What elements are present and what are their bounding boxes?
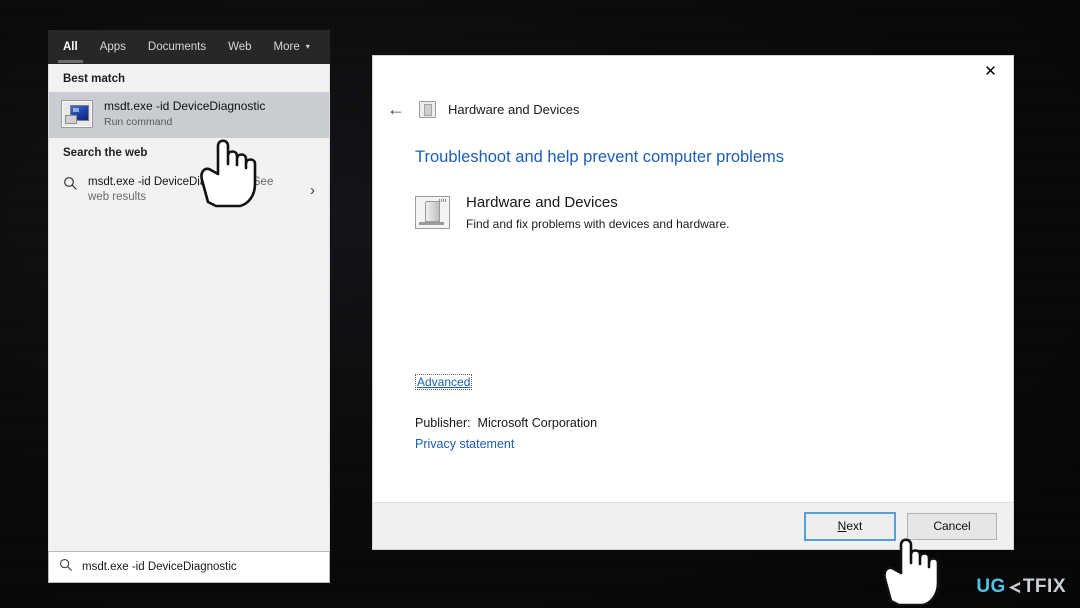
privacy-statement-link[interactable]: Privacy statement — [415, 437, 514, 451]
back-arrow-icon[interactable]: ← — [385, 100, 407, 118]
watermark-part-e — [1007, 580, 1022, 595]
dialog-nav-title: Hardware and Devices — [448, 101, 580, 117]
dialog-navigation-bar: ← Hardware and Devices — [373, 88, 1013, 126]
best-match-result-row[interactable]: msdt.exe -id DeviceDiagnostic Run comman… — [49, 92, 329, 138]
topic-title: Hardware and Devices — [466, 194, 618, 211]
tab-apps[interactable]: Apps — [89, 30, 137, 64]
tab-web[interactable]: Web — [217, 30, 262, 64]
hardware-and-devices-troubleshooter-dialog: ✕ ← Hardware and Devices Troubleshoot an… — [372, 55, 1014, 550]
ugetfix-watermark: UG TFIX — [976, 576, 1066, 598]
tab-web-label: Web — [228, 41, 252, 53]
advanced-link[interactable]: Advanced — [415, 374, 473, 390]
tab-more-label: More — [273, 41, 300, 53]
chevron-down-icon: ▾ — [305, 42, 310, 51]
close-icon[interactable]: ✕ — [968, 56, 1013, 86]
publisher-value: Microsoft Corporation — [477, 416, 598, 430]
publisher-info: Publisher: Microsoft Corporation — [415, 416, 597, 430]
tab-all[interactable]: All — [52, 30, 89, 64]
tab-all-label: All — [63, 41, 78, 53]
tab-documents[interactable]: Documents — [137, 30, 217, 64]
chevron-right-icon: › — [310, 181, 315, 199]
tab-documents-label: Documents — [147, 41, 207, 53]
search-input-value: msdt.exe -id DeviceDiagnostic — [82, 561, 237, 573]
watermark-part-b: TFIX — [1022, 576, 1066, 597]
dialog-titlebar: ✕ — [373, 56, 1013, 88]
watermark-part-a: UG — [976, 576, 1006, 597]
tab-more[interactable]: More ▾ — [263, 30, 321, 64]
search-filter-tabs: All Apps Documents Web More ▾ — [48, 30, 330, 64]
search-input[interactable]: msdt.exe -id DeviceDiagnostic — [48, 551, 330, 583]
best-match-title: msdt.exe -id DeviceDiagnostic — [104, 99, 266, 113]
search-icon — [59, 558, 73, 577]
hand-cursor-over-best-match — [200, 128, 270, 208]
publisher-label: Publisher: — [415, 416, 471, 430]
windows-search-panel: All Apps Documents Web More ▾ Best match … — [48, 30, 330, 583]
run-command-monitor-icon — [61, 100, 93, 128]
search-icon — [63, 176, 78, 196]
hardware-device-icon — [419, 100, 436, 118]
search-web-result-row[interactable]: msdt.exe -id DeviceDiagnostic - See web … — [49, 166, 329, 214]
dialog-heading: Troubleshoot and help prevent computer p… — [415, 148, 785, 166]
next-button-label-rest: ext — [846, 519, 863, 533]
best-match-subtitle: Run command — [104, 116, 173, 128]
next-button-accesskey: N — [837, 519, 847, 533]
hardware-device-icon — [415, 196, 450, 229]
troubleshooter-topic: Hardware and Devices Find and fix proble… — [415, 193, 1013, 233]
search-results-body: Best match msdt.exe -id DeviceDiagnostic… — [48, 64, 330, 551]
hand-cursor-over-next-button — [882, 527, 954, 607]
best-match-section-label: Best match — [63, 73, 125, 85]
dialog-content: Troubleshoot and help prevent computer p… — [373, 126, 1013, 502]
search-web-section-label: Search the web — [63, 147, 148, 159]
topic-description: Find and fix problems with devices and h… — [466, 217, 730, 231]
tab-apps-label: Apps — [99, 41, 126, 53]
